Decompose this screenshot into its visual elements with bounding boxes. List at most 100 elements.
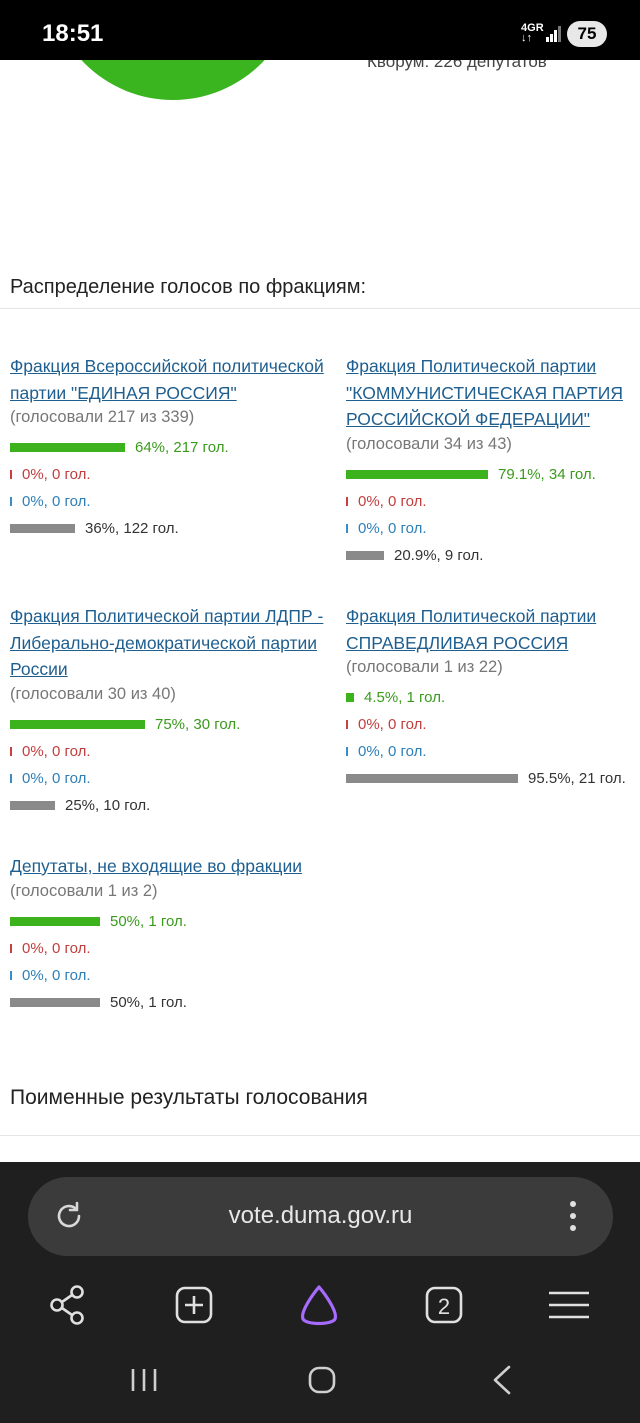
abstain-value: 0%, 0 гол. [358, 519, 427, 537]
vote-row-abstain: 0%, 0 гол. [10, 962, 330, 989]
not-voted-value: 50%, 1 гол. [110, 993, 187, 1011]
not-voted-value: 20.9%, 9 гол. [394, 546, 484, 564]
recent-apps-icon[interactable] [124, 1360, 164, 1400]
factions-section-title: Распределение голосов по фракциям: [10, 276, 367, 298]
abstain-value: 0%, 0 гол. [22, 493, 91, 510]
not-voted-bar [10, 800, 55, 810]
vote-row-not-voted: 20.9%, 9 гол. [346, 542, 636, 569]
abstain-bar [346, 747, 348, 756]
vote-row-yes: 64%, 217 гол. [10, 434, 330, 461]
vote-row-no: 0%, 0 гол. [10, 935, 330, 962]
faction-link[interactable]: Фракция Политической партии "КОММУНИСТИЧ… [346, 353, 636, 433]
vote-row-yes: 50%, 1 гол. [10, 908, 330, 935]
faction-voted-count: (голосовали 34 из 43) [346, 434, 512, 453]
roll-call-section-title: Поименные результаты голосования [10, 1086, 368, 1109]
faction-united-russia: Фракция Всероссийской политической парти… [10, 353, 330, 542]
divider [0, 308, 640, 309]
yes-value: 64%, 217 гол. [135, 439, 229, 456]
abstain-value: 0%, 0 гол. [22, 769, 91, 787]
not-voted-bar [346, 774, 518, 783]
more-icon[interactable] [558, 1197, 588, 1235]
network-indicator: 4GR ↓↑ [521, 22, 544, 44]
data-arrows-icon: ↓↑ [521, 32, 532, 44]
status-bar: 18:51 4GR ↓↑ 75 [0, 0, 640, 60]
roaming-indicator: R [535, 22, 544, 34]
address-bar[interactable]: vote.duma.gov.ru [28, 1177, 613, 1256]
faction-link[interactable]: Фракция Всероссийской политической парти… [10, 353, 330, 406]
faction-link[interactable]: Депутаты, не входящие во фракции [10, 853, 330, 880]
no-value: 0%, 0 гол. [22, 466, 91, 483]
abstain-value: 0%, 0 гол. [22, 966, 91, 984]
url-text[interactable]: vote.duma.gov.ru [28, 1202, 613, 1230]
page-content: Кворум: 226 депутатов Распределение голо… [0, 60, 640, 1162]
menu-icon[interactable] [546, 1282, 592, 1328]
browser-bottom-bar: vote.duma.gov.ru 2 [0, 1162, 640, 1423]
not-voted-bar [10, 524, 75, 533]
vote-row-no: 0%, 0 гол. [10, 738, 330, 765]
yes-bar [10, 443, 125, 452]
share-icon[interactable] [45, 1282, 91, 1328]
vote-row-abstain: 0%, 0 гол. [346, 515, 636, 542]
faction-link[interactable]: Фракция Политической партии ЛДПР - Либер… [10, 603, 330, 683]
signal-icon [546, 26, 562, 42]
vote-row-abstain: 0%, 0 гол. [10, 765, 330, 792]
abstain-bar [10, 497, 12, 506]
tabs-icon[interactable]: 2 [421, 1282, 467, 1328]
no-bar [346, 720, 348, 729]
faction-kprf: Фракция Политической партии "КОММУНИСТИЧ… [346, 353, 636, 569]
battery-indicator: 75 [567, 21, 607, 47]
yes-bar [10, 916, 100, 926]
no-bar [10, 470, 12, 479]
vote-row-no: 0%, 0 гол. [346, 488, 636, 515]
vote-row-not-voted: 95.5%, 21 гол. [346, 765, 636, 792]
not-voted-value: 36%, 122 гол. [85, 520, 179, 537]
faction-link[interactable]: Фракция Политической партии СПРАВЕДЛИВАЯ… [346, 603, 636, 656]
divider [0, 1135, 640, 1136]
home-icon[interactable] [302, 1360, 342, 1400]
yes-bar [346, 469, 488, 479]
not-voted-bar [10, 997, 100, 1007]
vote-row-not-voted: 50%, 1 гол. [10, 989, 330, 1016]
abstain-bar [10, 970, 12, 980]
faction-voted-count: (голосовали 1 из 22) [346, 658, 503, 676]
vote-row-yes: 4.5%, 1 гол. [346, 684, 636, 711]
faction-voted-count: (голосовали 1 из 2) [10, 881, 158, 900]
tab-count: 2 [438, 1294, 450, 1319]
yes-bar [346, 693, 354, 702]
vote-row-yes: 75%, 30 гол. [10, 711, 330, 738]
faction-voted-count: (голосовали 30 из 40) [10, 684, 176, 703]
vote-row-yes: 79.1%, 34 гол. [346, 461, 636, 488]
yes-value: 50%, 1 гол. [110, 912, 187, 930]
quorum-text: Кворум: 226 депутатов [367, 60, 547, 71]
yes-value: 75%, 30 гол. [155, 715, 241, 733]
abstain-bar [10, 773, 12, 783]
no-value: 0%, 0 гол. [358, 492, 427, 510]
no-bar [10, 943, 12, 953]
abstain-value: 0%, 0 гол. [358, 743, 427, 760]
yes-value: 4.5%, 1 гол. [364, 689, 446, 706]
yes-bar [10, 719, 145, 729]
results-pie-chart [48, 60, 298, 100]
back-icon[interactable] [482, 1360, 522, 1400]
no-bar [346, 496, 348, 506]
new-tab-icon[interactable] [171, 1282, 217, 1328]
abstain-bar [346, 523, 348, 533]
no-value: 0%, 0 гол. [358, 716, 427, 733]
clock: 18:51 [42, 20, 104, 47]
faction-voted-count: (голосовали 217 из 339) [10, 408, 195, 426]
yes-value: 79.1%, 34 гол. [498, 465, 596, 483]
vote-row-no: 0%, 0 гол. [10, 461, 330, 488]
vote-row-not-voted: 25%, 10 гол. [10, 792, 330, 819]
faction-ldpr: Фракция Политической партии ЛДПР - Либер… [10, 603, 330, 819]
vote-row-no: 0%, 0 гол. [346, 711, 636, 738]
alice-icon[interactable] [296, 1282, 342, 1328]
not-voted-value: 95.5%, 21 гол. [528, 770, 626, 787]
vote-row-abstain: 0%, 0 гол. [10, 488, 330, 515]
not-voted-bar [346, 550, 384, 560]
no-bar [10, 746, 12, 756]
no-value: 0%, 0 гол. [22, 939, 91, 957]
not-voted-value: 25%, 10 гол. [65, 796, 151, 814]
faction-just-russia: Фракция Политической партии СПРАВЕДЛИВАЯ… [346, 603, 636, 792]
no-value: 0%, 0 гол. [22, 742, 91, 760]
vote-row-abstain: 0%, 0 гол. [346, 738, 636, 765]
